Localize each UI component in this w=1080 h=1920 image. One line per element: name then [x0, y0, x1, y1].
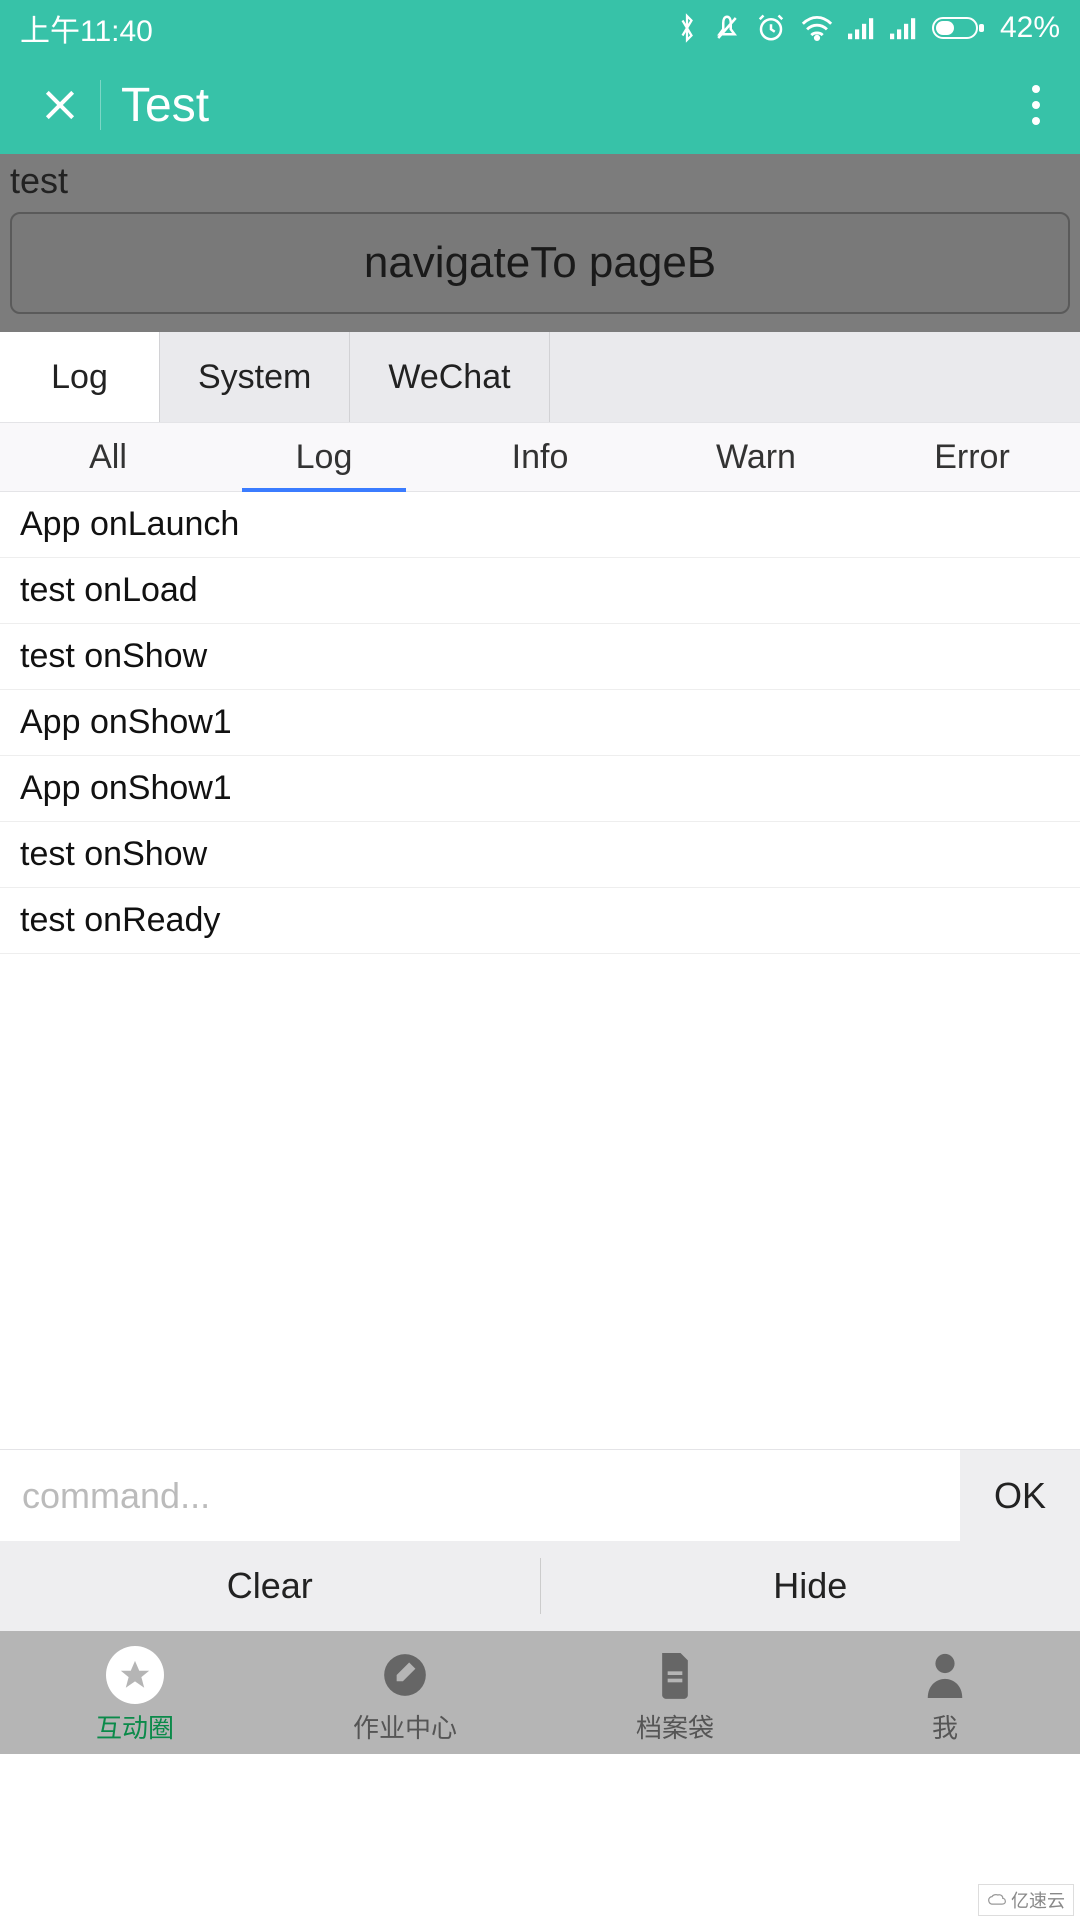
vibrate-silent-icon — [712, 13, 742, 43]
battery-icon — [932, 15, 986, 41]
signal-sim2-icon — [890, 16, 918, 40]
status-icons: 42% — [676, 11, 1060, 45]
console-tab-log[interactable]: Log — [0, 332, 160, 422]
nav-item-portfolio[interactable]: 档案袋 — [540, 1631, 810, 1754]
log-list[interactable]: App onLaunch test onLoad test onShow App… — [0, 492, 1080, 954]
page-backdrop: test navigateTo pageB — [0, 154, 1080, 332]
command-row: OK — [0, 1449, 1080, 1541]
log-empty-space — [0, 954, 1080, 1449]
star-circle-icon — [106, 1646, 164, 1704]
bottom-nav: 互动圈 作业中心 档案袋 我 — [0, 1631, 1080, 1754]
watermark: 亿速云 — [978, 1884, 1074, 1916]
command-input[interactable] — [0, 1450, 960, 1541]
filter-tab-all[interactable]: All — [0, 423, 216, 491]
wifi-icon — [800, 14, 834, 42]
battery-percent: 42% — [1000, 11, 1060, 45]
filter-tabs: All Log Info Warn Error — [0, 422, 1080, 492]
hide-button[interactable]: Hide — [541, 1541, 1080, 1631]
console-tab-system[interactable]: System — [160, 332, 350, 422]
nav-label: 我 — [932, 1708, 958, 1745]
nav-label: 档案袋 — [636, 1708, 714, 1745]
log-entry: test onLoad — [0, 558, 1080, 624]
file-icon — [646, 1646, 704, 1704]
navigate-button[interactable]: navigateTo pageB — [10, 212, 1070, 314]
alarm-icon — [756, 13, 786, 43]
filter-tab-warn[interactable]: Warn — [648, 423, 864, 491]
status-bar: 上午11:40 42% — [0, 0, 1080, 56]
log-entry: App onLaunch — [0, 492, 1080, 558]
ok-button[interactable]: OK — [960, 1450, 1080, 1541]
nav-item-interaction[interactable]: 互动圈 — [0, 1631, 270, 1754]
filter-tab-error[interactable]: Error — [864, 423, 1080, 491]
nav-item-homework[interactable]: 作业中心 — [270, 1631, 540, 1754]
clear-button[interactable]: Clear — [0, 1541, 540, 1631]
log-entry: test onShow — [0, 822, 1080, 888]
filter-tab-info[interactable]: Info — [432, 423, 648, 491]
console-tab-wechat[interactable]: WeChat — [350, 332, 549, 422]
edit-circle-icon — [376, 1646, 434, 1704]
page-text-label: test — [10, 160, 1070, 202]
nav-label: 互动圈 — [96, 1708, 174, 1745]
filter-tab-log[interactable]: Log — [216, 423, 432, 491]
header-divider — [100, 80, 101, 130]
nav-item-me[interactable]: 我 — [810, 1631, 1080, 1754]
bluetooth-icon — [676, 13, 698, 43]
app-header: Test — [0, 56, 1080, 154]
signal-sim1-icon — [848, 16, 876, 40]
log-entry: App onShow1 — [0, 690, 1080, 756]
person-icon — [916, 1646, 974, 1704]
navigate-button-label: navigateTo pageB — [364, 238, 716, 288]
status-time: 上午11:40 — [20, 6, 676, 50]
console-tabs: Log System WeChat — [0, 332, 1080, 422]
log-entry: test onReady — [0, 888, 1080, 954]
page-title: Test — [121, 78, 1022, 133]
log-entry: App onShow1 — [0, 756, 1080, 822]
nav-label: 作业中心 — [353, 1708, 457, 1745]
log-entry: test onShow — [0, 624, 1080, 690]
close-button[interactable] — [30, 86, 90, 124]
more-menu-button[interactable] — [1022, 75, 1050, 135]
console-actions: Clear Hide — [0, 1541, 1080, 1631]
